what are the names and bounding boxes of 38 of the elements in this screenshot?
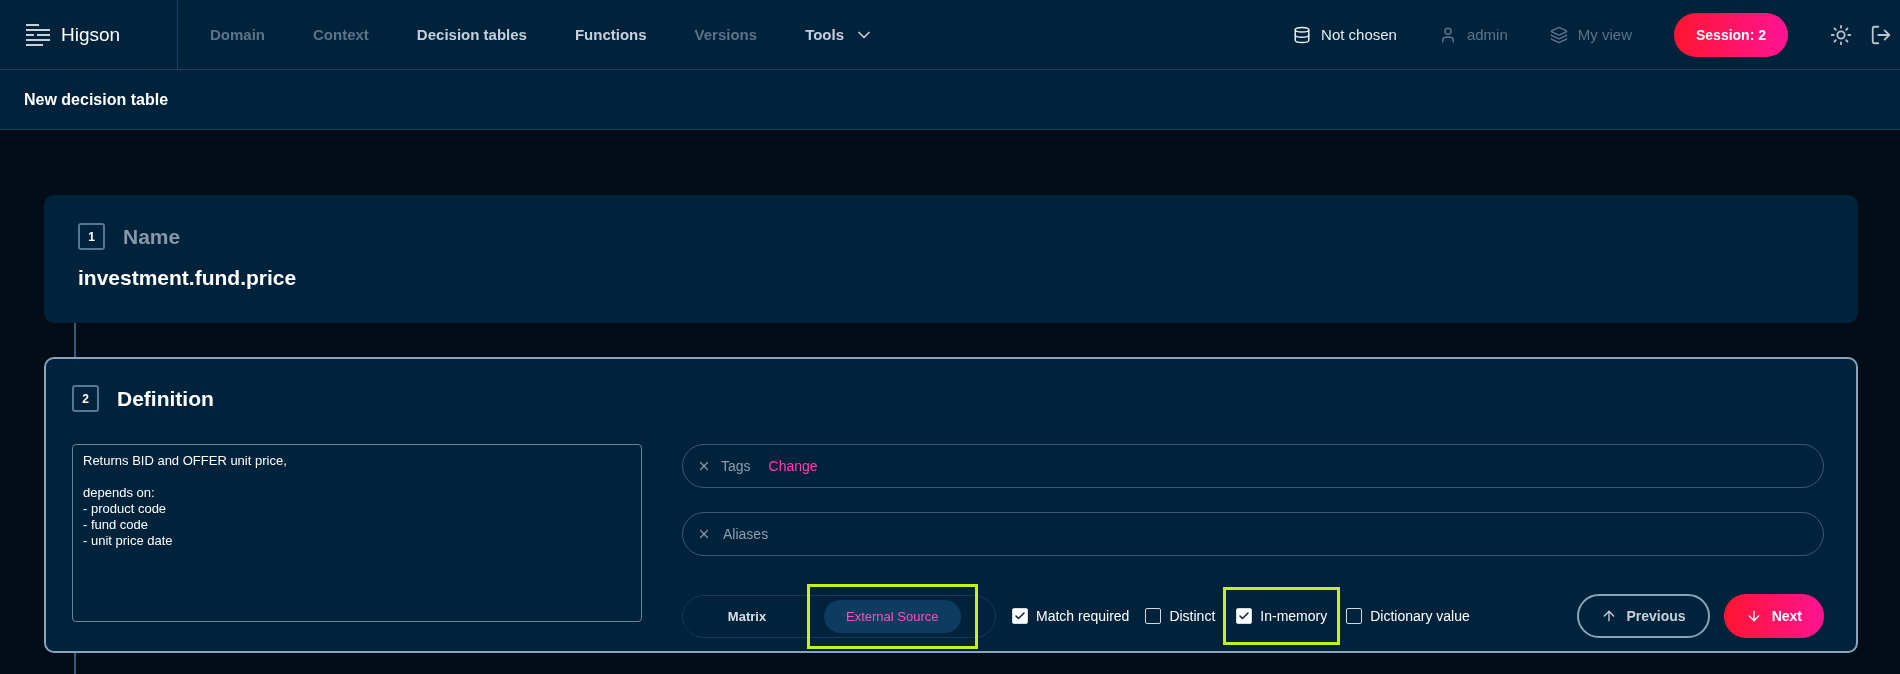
step-title: Name xyxy=(123,224,181,249)
step-button[interactable]: Next xyxy=(1723,594,1824,638)
mode-option[interactable]: Matrix xyxy=(687,599,807,633)
checkbox[interactable] xyxy=(1236,608,1253,624)
checkbox[interactable] xyxy=(1346,608,1363,624)
aliases-input[interactable]: Aliases xyxy=(721,525,1809,543)
checkbox[interactable] xyxy=(1012,608,1028,624)
header-status[interactable]: Not chosen xyxy=(1293,25,1397,44)
app-logo: Higson xyxy=(61,23,121,46)
database-icon xyxy=(1293,25,1312,44)
sun-icon[interactable] xyxy=(1830,23,1852,46)
description-field[interactable]: Returns BID and OFFER unit price, depends on: - product code - fund code - unit price date xyxy=(72,444,642,622)
nav-link[interactable]: Decision tables xyxy=(416,26,527,43)
checkbox[interactable] xyxy=(1145,608,1162,624)
check-icon xyxy=(1014,610,1026,622)
checkbox-option[interactable]: Distinct xyxy=(1145,608,1216,624)
logout-icon[interactable] xyxy=(1870,23,1892,46)
layers-icon xyxy=(1549,25,1568,44)
logo-icon xyxy=(25,22,51,47)
checkbox-option[interactable]: Dictionary value xyxy=(1346,608,1470,624)
nav-link[interactable]: Functions xyxy=(574,26,647,43)
change-link[interactable]: Change xyxy=(768,458,818,474)
mode-option[interactable]: External Source xyxy=(824,599,961,633)
step-title: Definition xyxy=(117,386,214,411)
clear-icon[interactable] xyxy=(697,527,711,541)
clear-icon[interactable] xyxy=(697,459,711,473)
table-name: investment.fund.price xyxy=(78,266,298,290)
step-button[interactable]: Previous xyxy=(1576,594,1710,638)
step-number: 2 xyxy=(72,385,99,412)
field-label: Tags xyxy=(721,458,751,474)
page-title: New decision table xyxy=(24,90,169,109)
step-number: 1 xyxy=(78,223,105,250)
check-icon xyxy=(1238,610,1251,622)
step-connector xyxy=(74,323,76,357)
nav-link[interactable]: Tools xyxy=(805,24,874,45)
session-button[interactable]: Session: 2 xyxy=(1673,12,1788,57)
checkbox-option[interactable]: Match required xyxy=(1012,608,1130,624)
checkbox-option[interactable]: In-memory xyxy=(1236,608,1328,624)
